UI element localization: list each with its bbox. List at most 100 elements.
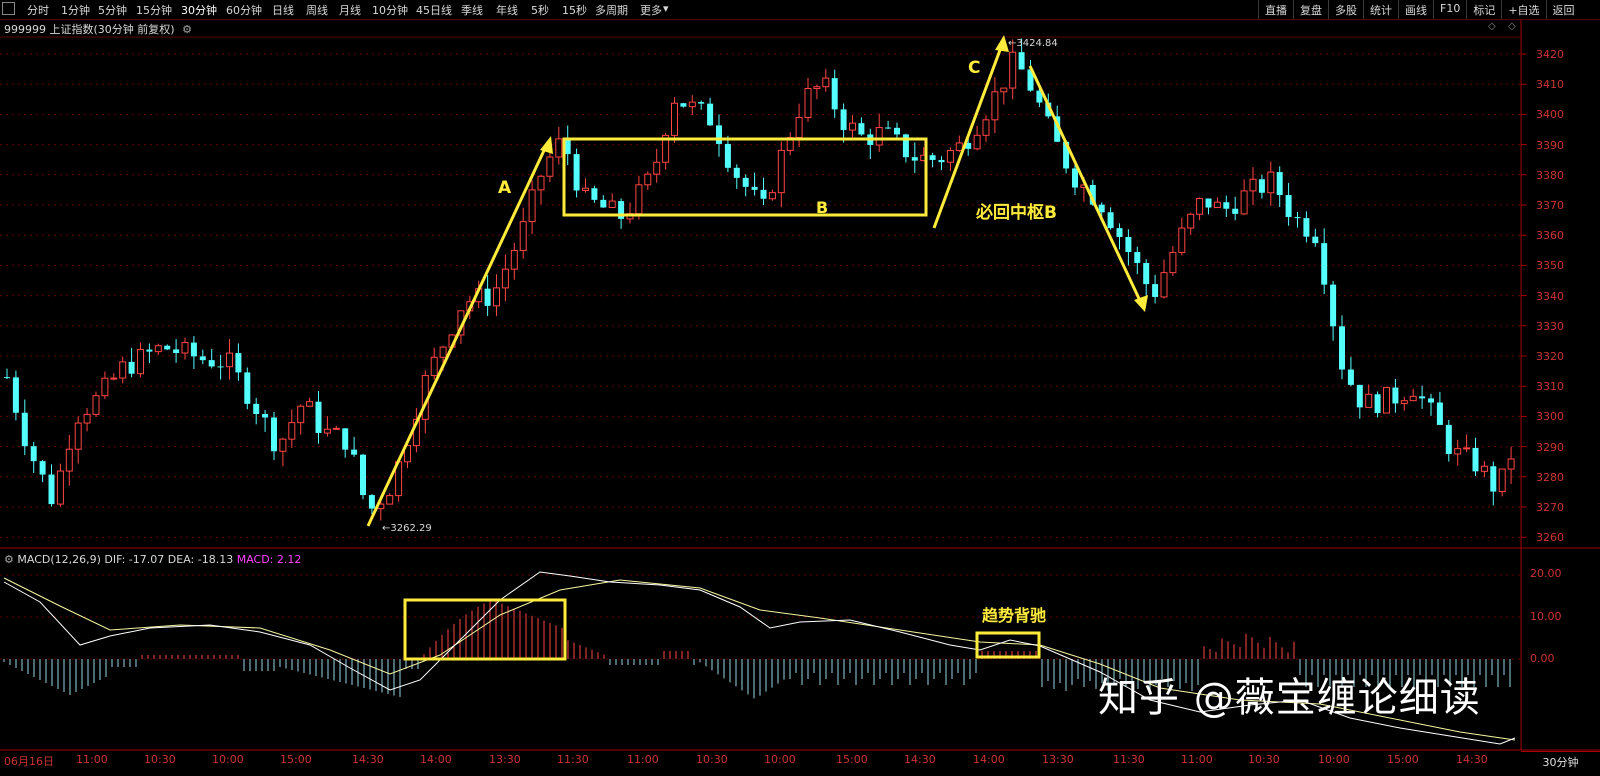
candle-body [1160, 272, 1168, 298]
arrow-c-head [995, 35, 1009, 52]
time-tick: 13:30 [489, 753, 521, 766]
macd-dif: DIF: -17.07 [104, 553, 165, 566]
price-tick: 3390 [1536, 138, 1564, 152]
time-tick: 15:00 [280, 753, 312, 766]
candle-body [1107, 212, 1114, 229]
time-tick: 13:30 [1042, 753, 1074, 766]
macd-settings-icon[interactable]: ⚙ [4, 553, 14, 566]
candle-body [982, 119, 990, 136]
candle-body [74, 422, 82, 450]
candle-body [1178, 227, 1186, 253]
candle-body [190, 342, 197, 357]
time-tick: 15:00 [1387, 753, 1419, 766]
candle-body [555, 138, 563, 158]
candle-body [48, 474, 55, 505]
high-price-tag: ←3424.84 [1008, 38, 1058, 49]
watermark: 知乎 @薇宝缠论细读 [1098, 675, 1481, 721]
candle-body [12, 377, 19, 413]
candle-body [564, 138, 571, 155]
candle-body [1258, 179, 1265, 193]
candle-body [323, 428, 331, 434]
candle-body [510, 249, 518, 270]
time-tick: 10:30 [696, 753, 728, 766]
candle-body [244, 372, 251, 404]
price-tick: 3320 [1536, 350, 1564, 363]
candle-body [315, 401, 322, 434]
candle-body [955, 142, 963, 152]
candle-body [688, 101, 696, 108]
candle-body [1321, 243, 1328, 285]
candle-body [306, 401, 314, 407]
macd-value: MACD: 2.12 [236, 553, 302, 566]
macd-area-box [403, 598, 567, 661]
candle-body [137, 349, 144, 375]
candle-body [1347, 369, 1354, 385]
arrow-down-line [1028, 65, 1144, 306]
candle-body [1294, 217, 1301, 219]
candle-body [644, 173, 652, 186]
candle-body [1463, 447, 1471, 450]
candle-body [154, 345, 162, 353]
candle-body [1445, 424, 1452, 454]
candle-body [1383, 387, 1390, 414]
period-indicator[interactable]: 30分钟 [1521, 751, 1600, 776]
candle-body [1223, 202, 1230, 209]
candle-body [119, 361, 127, 379]
candle-body [1240, 190, 1248, 215]
candle-body [1143, 262, 1150, 285]
candle-body [181, 342, 189, 354]
price-tick: 3370 [1536, 199, 1564, 212]
candle-body [368, 495, 375, 509]
candle-body [1169, 251, 1177, 274]
candle-body [217, 366, 224, 368]
candle-body [885, 127, 892, 129]
price-tick: 3300 [1536, 410, 1564, 424]
candle-body [1472, 447, 1479, 472]
time-tick: 14:00 [973, 753, 1005, 766]
candle-body [360, 454, 366, 496]
time-tick: 10:00 [1318, 753, 1350, 766]
price-tick: 3380 [1536, 168, 1564, 182]
candle-body [938, 159, 945, 163]
candle-body [110, 377, 118, 380]
candle-body [1009, 51, 1017, 89]
candle-body [1409, 395, 1417, 402]
macd-tick: 20.00 [1530, 567, 1562, 580]
candle-body [653, 161, 661, 175]
candle-body [680, 103, 687, 107]
candle-body [1480, 465, 1488, 472]
time-tick: 10:30 [1248, 753, 1280, 766]
candle-body [528, 189, 536, 223]
price-tick: 3340 [1536, 289, 1564, 303]
label-c: C [968, 58, 981, 78]
price-tick: 3310 [1536, 380, 1564, 394]
price-tick: 3420 [1536, 48, 1564, 61]
macd-label: MACD(12,26,9) [17, 553, 101, 566]
candle-body [1205, 198, 1212, 208]
candle-body [911, 157, 918, 161]
arrow-down-head [1134, 295, 1148, 312]
price-tick: 3360 [1536, 229, 1564, 243]
candle-body [716, 125, 722, 144]
candle-body [698, 102, 705, 104]
candle-body [1312, 236, 1319, 244]
candle-body [208, 360, 215, 367]
candle-body [1428, 398, 1434, 403]
candle-body [1392, 387, 1399, 404]
candle-body [795, 117, 803, 139]
price-tick: 3400 [1536, 108, 1564, 122]
time-tick: 11:00 [76, 753, 108, 766]
candle-body [493, 287, 500, 307]
candle-body [484, 288, 491, 306]
candle-body [1400, 400, 1408, 404]
macd-dea: DEA: -18.13 [167, 553, 234, 566]
arrow-a-line [366, 141, 550, 527]
candle-body [777, 149, 785, 194]
time-tick: 11:00 [1181, 753, 1213, 766]
macd-info: ⚙ MACD(12,26,9) DIF: -17.07 DEA: -18.13 … [4, 553, 301, 566]
candle-body [1267, 171, 1275, 194]
candle-body [1125, 237, 1132, 252]
candle-body [92, 395, 100, 415]
candle-body [831, 78, 838, 110]
candle-body [173, 349, 180, 354]
